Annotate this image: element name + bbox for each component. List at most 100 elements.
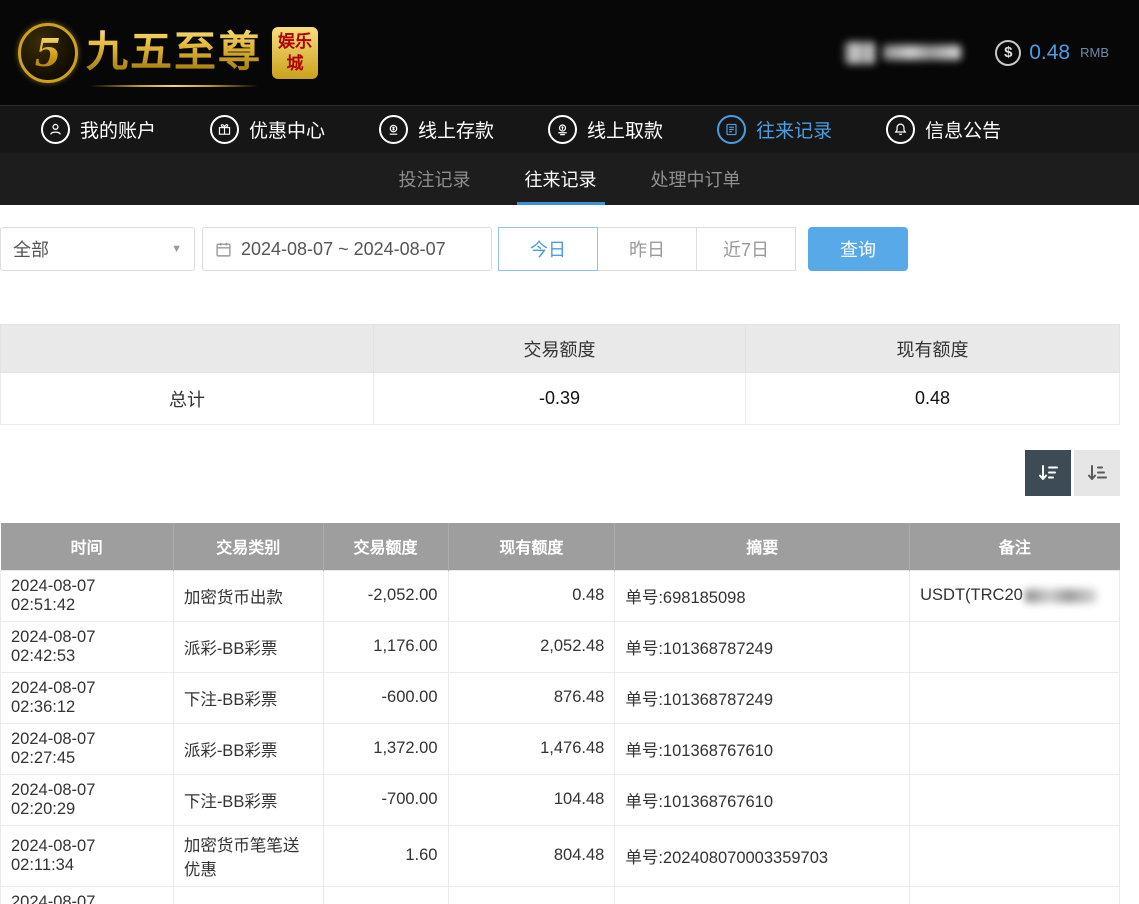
remark-masked-text — [1025, 589, 1097, 603]
table-row: 2024-08-07 02:11:34 加密货币入款 802.00 802.88… — [1, 886, 1120, 904]
cell-type: 下注-BB彩票 — [173, 672, 323, 723]
today-button[interactable]: 今日 — [498, 227, 598, 271]
cell-remark — [910, 825, 1120, 886]
nav-item-my-account[interactable]: 我的账户 — [14, 106, 183, 153]
site-logo[interactable]: 5 九五至尊 娱乐城 — [18, 18, 318, 87]
date-range-input[interactable]: 2024-08-07 ~ 2024-08-07 — [202, 227, 492, 271]
cell-remark — [910, 672, 1120, 723]
cell-summary: 单号:101368787249 — [615, 621, 910, 672]
cell-type: 加密货币入款 — [173, 886, 323, 904]
sort-desc-button[interactable] — [1025, 450, 1071, 496]
cell-time: 2024-08-07 02:11:34 — [1, 825, 174, 886]
nav-item-announcements[interactable]: 信息公告 — [859, 106, 1028, 153]
nav-label: 我的账户 — [80, 116, 156, 143]
nav-item-promotions[interactable]: 优惠中心 — [183, 106, 352, 153]
table-row: 2024-08-07 02:36:12 下注-BB彩票 -600.00 876.… — [1, 672, 1120, 723]
type-select-value: 全部 — [13, 236, 49, 262]
user-account[interactable] — [845, 42, 961, 64]
cell-remark — [910, 886, 1120, 904]
cell-type: 派彩-BB彩票 — [173, 621, 323, 672]
cell-balance: 1,476.48 — [448, 723, 615, 774]
cell-amount: 802.00 — [323, 886, 448, 904]
nav-item-withdraw[interactable]: 线上取款 — [521, 106, 690, 153]
nav-label: 优惠中心 — [249, 116, 325, 143]
cell-time: 2024-08-07 02:42:53 — [1, 621, 174, 672]
sort-asc-button[interactable] — [1074, 450, 1120, 496]
cell-amount: -700.00 — [323, 774, 448, 825]
cell-type: 派彩-BB彩票 — [173, 723, 323, 774]
records-table: 时间 交易类别 交易额度 现有额度 摘要 备注 2024-08-07 02:51… — [0, 523, 1120, 904]
summary-transaction-total: -0.39 — [374, 373, 746, 425]
username-masked — [883, 45, 961, 60]
cell-remark — [910, 774, 1120, 825]
summary-header-balance: 现有额度 — [746, 325, 1120, 373]
cell-summary: 单号:202408070003359703 — [615, 886, 910, 904]
header-amount: 交易额度 — [323, 523, 448, 570]
balance-amount: 0.48 — [1029, 41, 1070, 65]
avatar — [845, 42, 875, 64]
header-remark: 备注 — [910, 523, 1120, 570]
summary-total-label: 总计 — [1, 373, 374, 425]
cell-time: 2024-08-07 02:20:29 — [1, 774, 174, 825]
cell-amount: 1,176.00 — [323, 621, 448, 672]
deposit-icon — [379, 115, 408, 144]
sort-asc-icon — [1085, 461, 1109, 485]
cell-time: 2024-08-07 02:27:45 — [1, 723, 174, 774]
balance-currency: RMB — [1080, 45, 1109, 60]
chevron-down-icon: ▼ — [171, 243, 182, 255]
sort-desc-icon — [1036, 461, 1060, 485]
tab-processing-orders[interactable]: 处理中订单 — [635, 153, 757, 205]
cell-summary: 单号:698185098 — [615, 570, 910, 621]
summary-balance-total: 0.48 — [746, 373, 1120, 425]
cell-remark — [910, 621, 1120, 672]
type-select[interactable]: 全部 ▼ — [0, 227, 195, 271]
table-header-row: 时间 交易类别 交易额度 现有额度 摘要 备注 — [1, 523, 1120, 570]
nav-item-records[interactable]: 往来记录 — [690, 106, 859, 153]
cell-amount: 1,372.00 — [323, 723, 448, 774]
cell-summary: 单号:202408070003359703 — [615, 825, 910, 886]
balance-display[interactable]: $ 0.48 RMB — [995, 40, 1109, 66]
sort-controls — [0, 450, 1120, 496]
yesterday-button[interactable]: 昨日 — [597, 227, 697, 271]
last7days-button[interactable]: 近7日 — [696, 227, 796, 271]
user-icon — [41, 115, 70, 144]
tab-transaction-records[interactable]: 往来记录 — [509, 153, 613, 205]
main-nav: 我的账户 优惠中心 线上存款 线上取款 — [0, 105, 1139, 153]
table-row: 2024-08-07 02:20:29 下注-BB彩票 -700.00 104.… — [1, 774, 1120, 825]
top-header: 5 九五至尊 娱乐城 $ 0.48 RMB — [0, 0, 1139, 105]
calendar-icon — [215, 241, 232, 258]
withdraw-icon — [548, 115, 577, 144]
nav-label: 信息公告 — [925, 116, 1001, 143]
dollar-circle-icon: $ — [995, 40, 1021, 66]
cell-time: 2024-08-07 02:11:34 — [1, 886, 174, 904]
cell-remark — [910, 723, 1120, 774]
cell-summary: 单号:101368767610 — [615, 774, 910, 825]
tab-betting-records[interactable]: 投注记录 — [383, 153, 487, 205]
header-time: 时间 — [1, 523, 174, 570]
logo-badge: 娱乐城 — [272, 27, 318, 79]
gift-icon — [210, 115, 239, 144]
logo-text: 九五至尊 — [86, 18, 262, 79]
table-row: 2024-08-07 02:27:45 派彩-BB彩票 1,372.00 1,4… — [1, 723, 1120, 774]
logo-emblem-icon: 5 — [18, 23, 78, 83]
summary-table: 交易额度 现有额度 总计 -0.39 0.48 — [0, 324, 1120, 425]
cell-summary: 单号:101368767610 — [615, 723, 910, 774]
date-range-value: 2024-08-07 ~ 2024-08-07 — [241, 239, 446, 260]
nav-label: 线上取款 — [587, 116, 663, 143]
table-row: 2024-08-07 02:11:34 加密货币笔笔送优惠 1.60 804.4… — [1, 825, 1120, 886]
search-button[interactable]: 查询 — [808, 227, 908, 271]
header-summary: 摘要 — [615, 523, 910, 570]
cell-amount: -600.00 — [323, 672, 448, 723]
cell-balance: 0.48 — [448, 570, 615, 621]
table-row: 2024-08-07 02:42:53 派彩-BB彩票 1,176.00 2,0… — [1, 621, 1120, 672]
bell-icon — [886, 115, 915, 144]
record-tabs: 投注记录 往来记录 处理中订单 — [0, 153, 1139, 205]
cell-balance: 802.88 — [448, 886, 615, 904]
nav-item-deposit[interactable]: 线上存款 — [352, 106, 521, 153]
cell-amount: -2,052.00 — [323, 570, 448, 621]
cell-balance: 104.48 — [448, 774, 615, 825]
records-icon — [717, 115, 746, 144]
nav-label: 往来记录 — [756, 116, 832, 143]
cell-type: 下注-BB彩票 — [173, 774, 323, 825]
nav-label: 线上存款 — [418, 116, 494, 143]
